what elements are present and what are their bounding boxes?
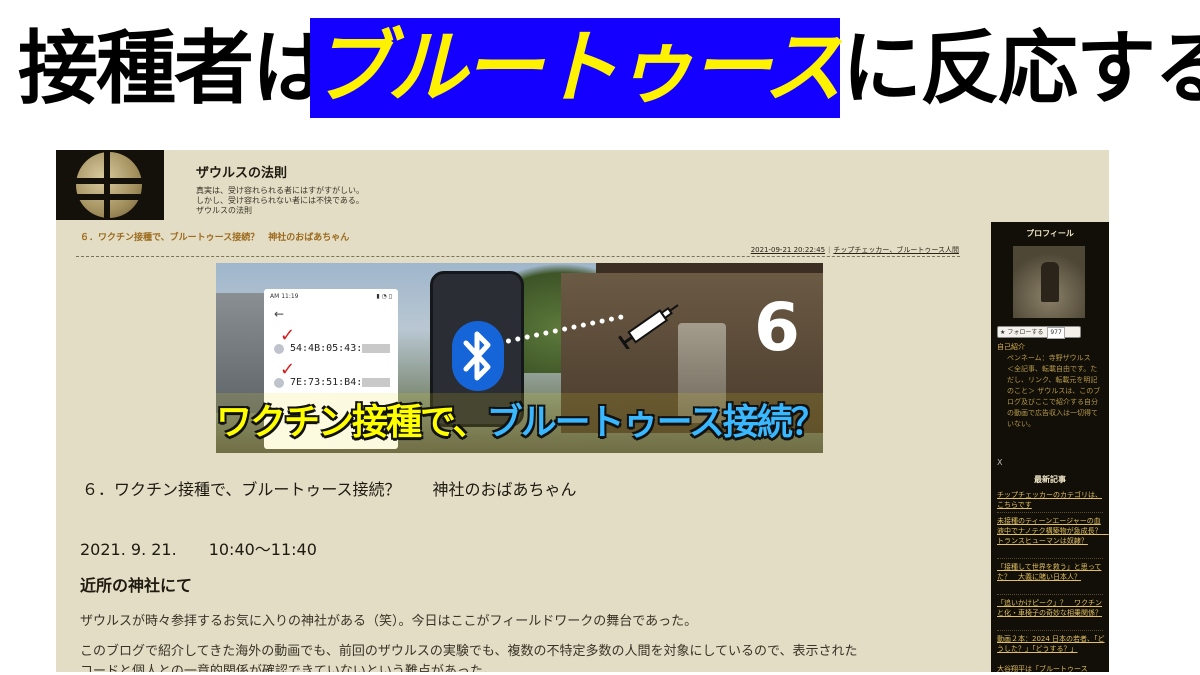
tagline-line: しかし、受け容れられない者には不快である。	[196, 196, 364, 205]
post-divider	[76, 256, 960, 257]
hero-caption: ワクチン接種で、ブルートゥース接続？	[216, 393, 823, 453]
blog-title[interactable]: ザウルスの法則	[196, 162, 287, 181]
profile-heading: プロフィール	[1026, 229, 1074, 238]
recent-post-link[interactable]: 動画２本：2024 日本の若者、「どうした？」「どうする？」	[997, 634, 1105, 654]
post-timestamp-link[interactable]: 2021-09-21 20:22:45	[751, 246, 825, 254]
post-meta: 2021-09-21 20:22:45 | チップチェッカー、ブルートゥース人間	[751, 245, 959, 255]
logo-bar	[56, 178, 164, 184]
paragraph: このブログで紹介してきた海外の動画でも、前回のザウルスの実験でも、複数の不特定多…	[80, 644, 858, 659]
logo-bar	[56, 194, 164, 200]
sidebar-separator	[997, 558, 1103, 559]
phone-time: AM 11:19	[270, 293, 299, 300]
back-arrow-icon: ←	[274, 307, 285, 321]
redacted-block	[362, 344, 391, 353]
intro-label: 自己紹介	[997, 343, 1025, 351]
device-row: 54:4B:05:43:	[274, 343, 391, 355]
caption-part-b: ブルートゥース接続？	[486, 402, 823, 443]
sidebar-separator	[997, 630, 1103, 631]
paragraph: コードと個人との一意的関係が確認できていないという難点があった。	[80, 664, 496, 672]
headline-suffix: に反応する	[842, 21, 1200, 115]
logo-bar	[104, 150, 110, 220]
intro-text: ペンネーム：寺野ザウルス ＜全記事、転載自由です。ただし、リンク、転載元を明記の…	[1007, 354, 1101, 428]
bluetooth-device-icon	[274, 377, 284, 388]
recent-post-link[interactable]: 大谷翔平は「ブルートゥース	[997, 664, 1105, 672]
follow-button[interactable]: ★ フォローする 977	[997, 326, 1081, 339]
caption-part-a: ワクチン接種で、	[216, 402, 489, 443]
avatar[interactable]	[1013, 246, 1085, 318]
recent-post-link[interactable]: チップチェッカーのカテゴリは、こちらです	[997, 490, 1105, 510]
headline: 接種者は ブルートゥース に反応する	[0, 18, 1200, 118]
post-heading[interactable]: ６．ワクチン接種で、ブルートゥース接続？ 神社のおばあちゃん	[80, 230, 349, 243]
article-title: ６．ワクチン接種で、ブルートゥース接続？ 神社のおばあちゃん	[82, 480, 577, 499]
bluetooth-icon	[452, 321, 504, 391]
redacted-block	[362, 378, 391, 387]
device-mac: 7E:73:51:B4:	[290, 377, 363, 388]
phone-status-icons: ▮ ◔ ▯	[376, 293, 392, 300]
meta-separator: |	[828, 246, 831, 254]
recent-post-link[interactable]: 「追いかけピーク」？ ワクチンと化・車椅子の奇妙な相乗関係？	[997, 598, 1105, 618]
recent-post-link[interactable]: 「接種して世界を救う」と思ってた？ 大義に賭い日本人？	[997, 562, 1105, 582]
sidebar: プロフィール ★ フォローする 977 自己紹介 ペンネーム：寺野ザウルス ＜全記…	[991, 222, 1109, 672]
blog-tagline: 真実は、受け容れられる者にはすがすがしい。 しかし、受け容れられない者には不快で…	[196, 186, 364, 216]
blog-page: ザウルスの法則 真実は、受け容れられる者にはすがすがしい。 しかし、受け容れられ…	[56, 150, 1109, 672]
tagline-line: 真実は、受け容れられる者にはすがすがしい。	[196, 186, 364, 195]
deer-icon	[1041, 262, 1059, 302]
recent-heading: 最新記事	[1034, 475, 1066, 484]
paragraph: ザウルスが時々参拝するお気に入りの神社がある（笑）。今日はここがフィールドワーク…	[80, 614, 698, 629]
tagline-line: ザウルスの法則	[196, 206, 252, 215]
device-mac: 54:4B:05:43:	[290, 343, 363, 354]
post-category-link[interactable]: チップチェッカー、ブルートゥース人間	[833, 246, 959, 254]
follow-count: 977	[1047, 327, 1065, 339]
recent-post-link[interactable]: 未接種のティーンエージャーの血液中でナノテク構築物が急成長？ トランスヒューマン…	[997, 516, 1109, 546]
device-row: 7E:73:51:B4:	[274, 377, 391, 389]
syringe-icon	[618, 304, 679, 349]
sidebar-separator	[997, 512, 1103, 513]
bluetooth-glyph	[463, 331, 491, 381]
headline-prefix: 接種者は	[18, 21, 332, 115]
sidebar-separator	[997, 594, 1103, 595]
x-icon[interactable]: X	[997, 458, 1002, 467]
section-heading: 近所の神社にて	[80, 576, 193, 595]
blog-logo[interactable]	[56, 150, 164, 220]
bluetooth-device-icon	[274, 343, 284, 354]
hero-image: AM 11:19 ▮ ◔ ▯ ← ✓ 54:4B:05:43: ✓ 7E:73:…	[216, 263, 823, 453]
follow-label: フォローする	[1007, 329, 1044, 336]
headline-highlight: ブルートゥース	[310, 18, 843, 118]
article-date: 2021. 9. 21. 10:40〜11:40	[80, 540, 317, 559]
star-icon: ★	[1000, 329, 1006, 336]
episode-number: 6	[754, 289, 800, 366]
